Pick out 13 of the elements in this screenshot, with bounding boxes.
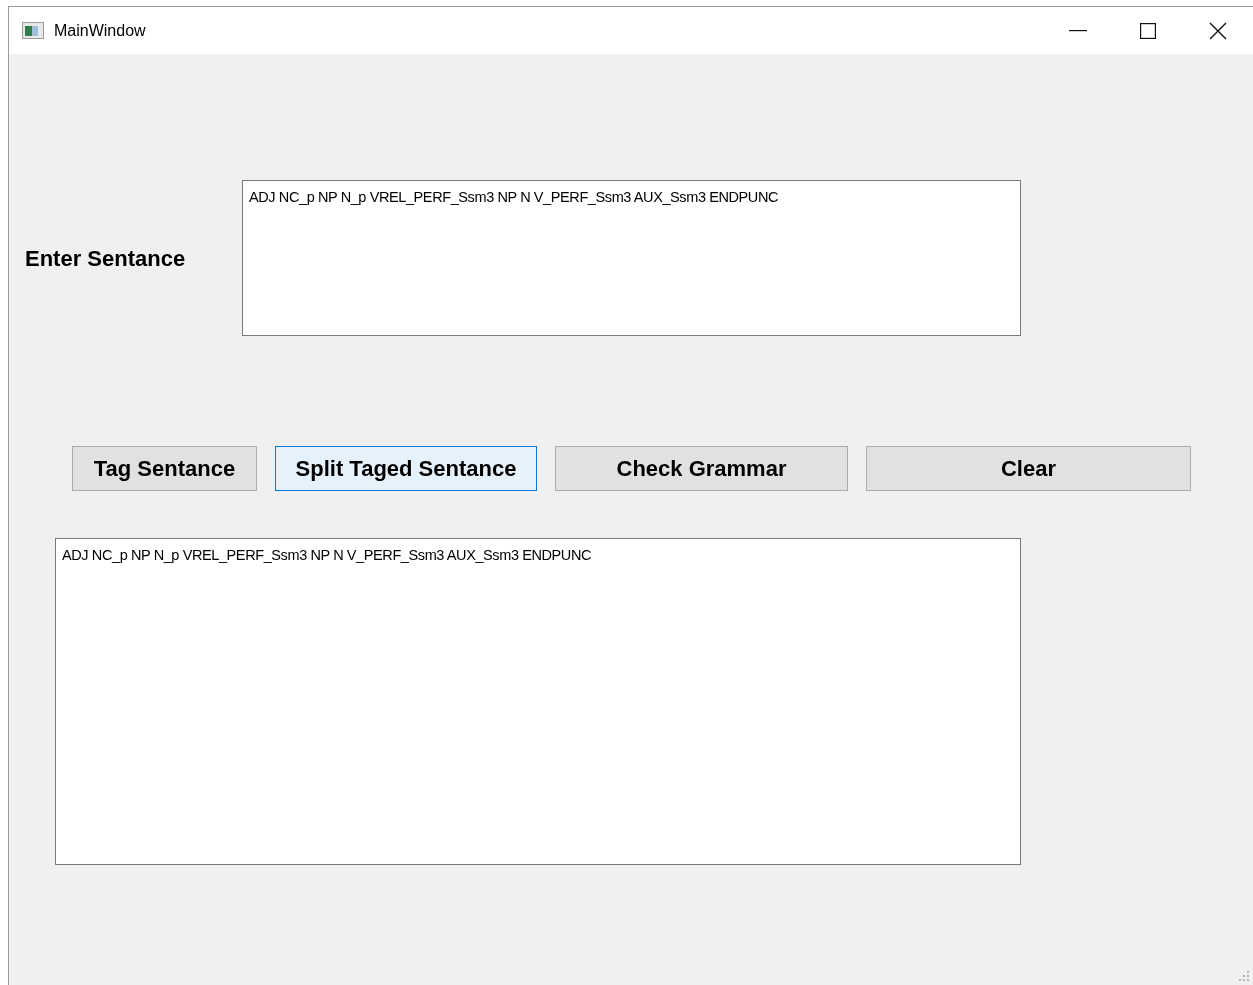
action-button[interactable]: Clear — [866, 446, 1191, 491]
maximize-icon — [1140, 22, 1156, 39]
action-button[interactable]: Tag Sentance — [72, 446, 257, 491]
output-text-area[interactable]: ADJ NC_p NP N_p VREL_PERF_Ssm3 NP N V_PERF_Ssm3 AUX_Ssm3 ENDPUNC — [55, 538, 1021, 865]
action-button[interactable]: Split Taged Sentance — [275, 446, 537, 491]
close-icon — [1209, 21, 1227, 40]
minimize-icon — [1069, 29, 1087, 32]
window-title: MainWindow — [54, 20, 146, 41]
action-button[interactable]: Check Grammar — [555, 446, 848, 491]
sentence-input-field[interactable]: ADJ NC_p NP N_p VREL_PERF_Ssm3 NP N V_PERF_Ssm3 AUX_Ssm3 ENDPUNC — [242, 180, 1021, 336]
resize-grip-icon[interactable] — [1239, 971, 1250, 982]
app-icon — [22, 22, 44, 39]
sentence-label: Enter Sentance — [25, 244, 187, 273]
